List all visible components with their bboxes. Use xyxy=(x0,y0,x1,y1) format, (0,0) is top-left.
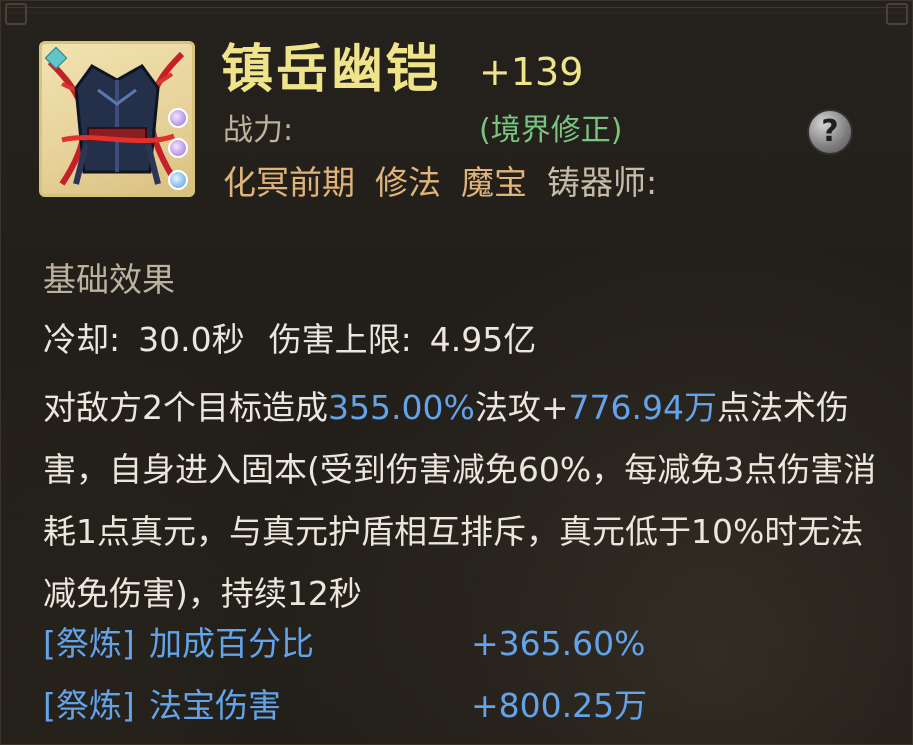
cooldown-value: 30.0秒 xyxy=(138,320,245,359)
realm-correction-note: (境界修正) xyxy=(479,113,623,148)
damage-cap-label: 伤害上限: xyxy=(268,320,412,359)
realm-tag: 化冥前期 xyxy=(223,163,355,202)
corner-ornament xyxy=(886,3,908,25)
school-tag: 修法 xyxy=(375,163,441,202)
effect-description: 对敌方2个目标造成355.00%法攻+776.94万点法术伤害，自身进入固本(受… xyxy=(43,377,883,625)
power-label: 战力: xyxy=(223,113,294,148)
item-name: 镇岳幽铠 xyxy=(221,40,442,100)
stat-line: 冷却: 30.0秒 伤害上限: 4.95亿 xyxy=(43,317,536,363)
description-text: 法攻+ xyxy=(474,388,569,427)
description-text: 对敌方2个目标造成 xyxy=(43,388,328,427)
socket-orb-icon xyxy=(168,170,188,190)
item-tags: 化冥前期 修法 魔宝 铸器师: xyxy=(223,161,657,205)
description-highlight: 776.94万 xyxy=(568,388,717,427)
refinement-value: +800.25万 xyxy=(471,686,648,725)
socket-orb-icon xyxy=(168,108,188,128)
type-tag: 魔宝 xyxy=(461,163,527,202)
cooldown-label: 冷却: xyxy=(43,320,121,359)
item-tooltip-panel: 镇岳幽铠 +139 战力: (境界修正) ? 化冥前期 修法 魔宝 铸器师: 基… xyxy=(0,0,913,745)
refinement-name: 加成百分比 xyxy=(149,624,314,663)
smith-tag: 铸器师: xyxy=(547,163,658,202)
refinement-tag: [祭炼] xyxy=(43,624,135,663)
description-highlight: 355.00% xyxy=(328,388,475,427)
refinement-tag: [祭炼] xyxy=(43,686,135,725)
armor-icon[interactable] xyxy=(39,41,195,197)
socket-orb-icon xyxy=(168,138,188,158)
enhance-level: +139 xyxy=(479,50,584,94)
help-button[interactable]: ? xyxy=(807,109,853,155)
corner-ornament xyxy=(5,3,27,25)
refinement-value: +365.60% xyxy=(471,624,646,663)
section-title: 基础效果 xyxy=(43,260,175,299)
refinement-name: 法宝伤害 xyxy=(149,686,281,725)
damage-cap-value: 4.95亿 xyxy=(429,320,537,359)
